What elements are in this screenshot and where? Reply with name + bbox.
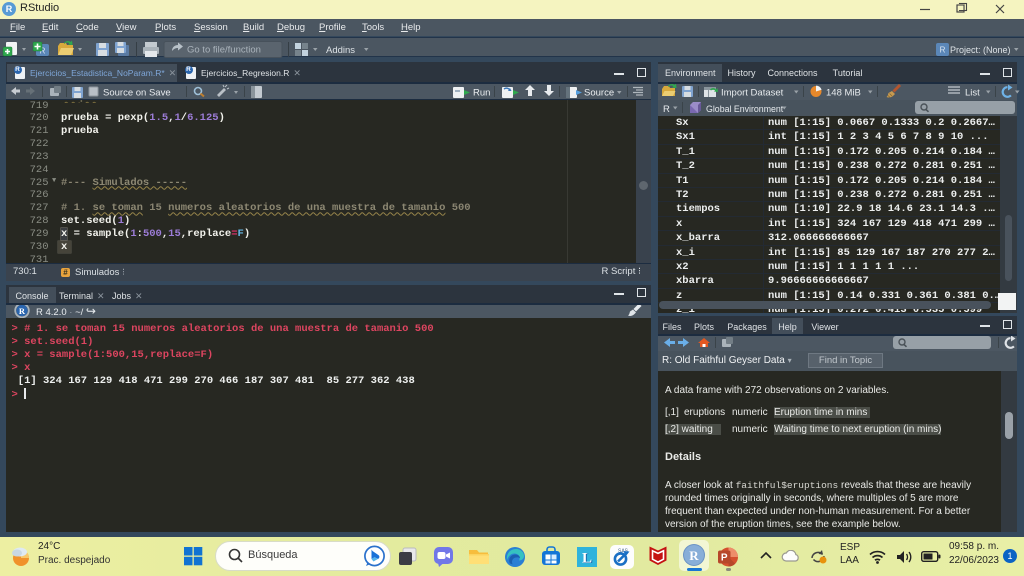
svg-text:Source on Save: Source on Save (103, 88, 171, 99)
svg-text:R: R (689, 548, 699, 563)
svg-text:List: List (965, 88, 980, 99)
svg-text:Project: (None): Project: (None) (950, 45, 1011, 55)
svg-text:R: R (19, 306, 26, 316)
svg-text:L: L (582, 551, 592, 567)
svg-text:Source: Source (584, 88, 614, 99)
svg-text:Global Environment: Global Environment (706, 104, 784, 114)
svg-text:P: P (721, 553, 728, 564)
svg-text:Addins: Addins (326, 45, 355, 56)
svg-text:Go to file/function: Go to file/function (187, 45, 261, 56)
svg-text:148 MiB: 148 MiB (826, 88, 861, 99)
svg-text:Import Dataset: Import Dataset (721, 88, 784, 99)
svg-text:R: R (940, 46, 946, 55)
svg-text:Run: Run (473, 88, 490, 99)
svg-text:R: R (663, 104, 670, 115)
